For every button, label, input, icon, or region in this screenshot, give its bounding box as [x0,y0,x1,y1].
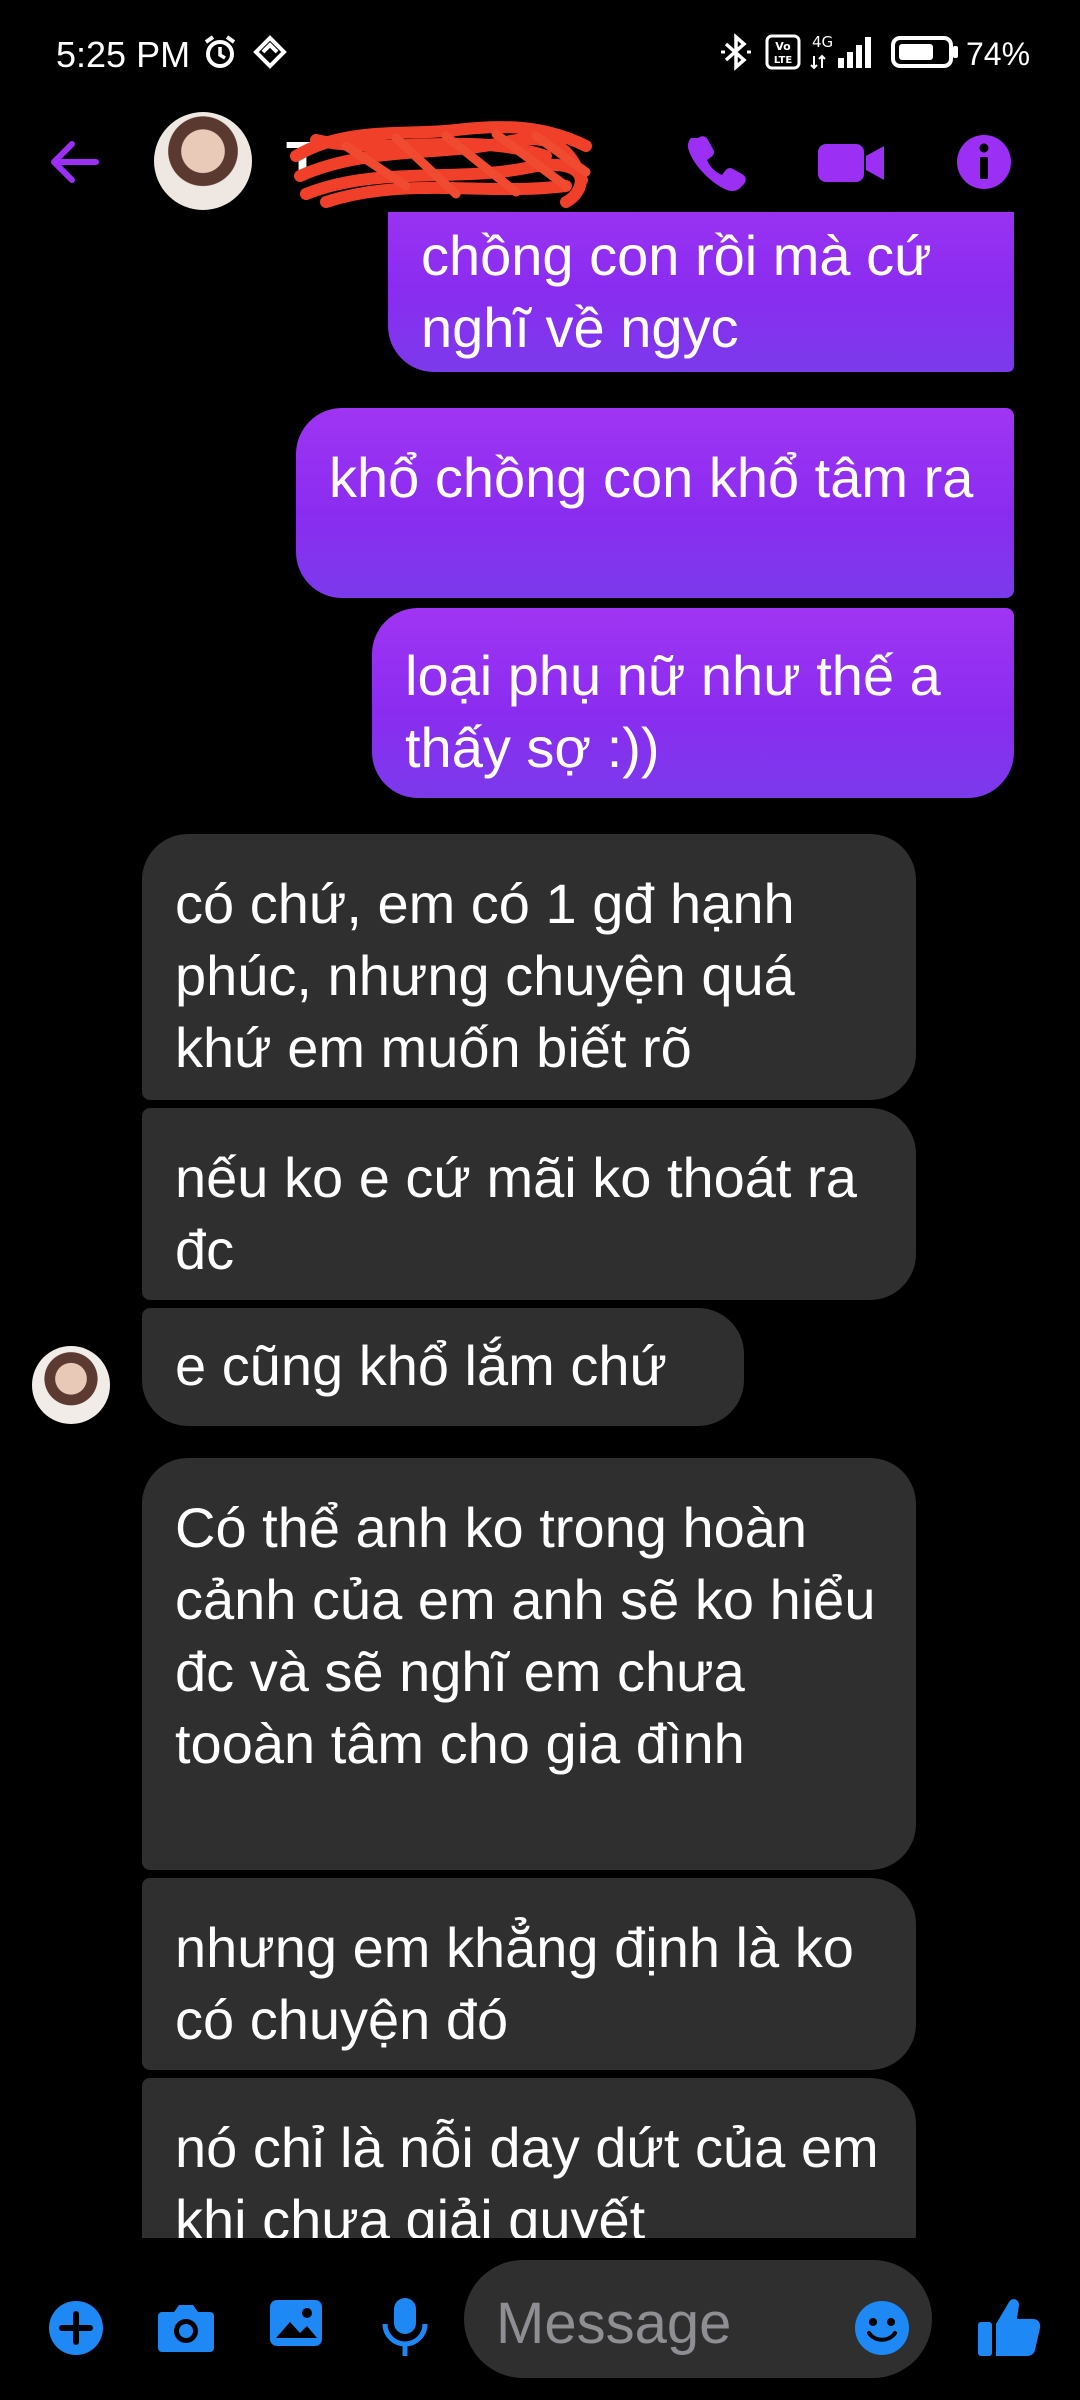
composer-bar: Message [0,2238,1080,2400]
sent-message[interactable]: loại phụ nữ như thế a thấy sợ :)) [372,608,1014,798]
info-icon[interactable] [952,130,1016,194]
bluetooth-icon [716,32,756,72]
battery-icon [890,32,960,72]
svg-text:Vo: Vo [775,40,791,53]
microphone-icon[interactable] [378,2294,442,2358]
svg-text:LTE: LTE [774,55,793,66]
add-plus-icon[interactable] [46,2298,110,2362]
conversation-header: T [0,108,1080,212]
contact-avatar[interactable] [154,112,252,210]
signal-icon: 4G [810,32,880,72]
message-list[interactable]: chồng con rồi mà cứ nghĩ về ngyc khổ chồ… [0,212,1080,2238]
received-message[interactable]: nếu ko e cứ mãi ko thoát ra đc [142,1108,916,1300]
message-input-placeholder: Message [496,2291,732,2356]
received-message[interactable]: có chứ, em có 1 gđ hạnh phúc, nhưng chuy… [142,834,916,1100]
emoji-icon[interactable] [852,2298,912,2358]
back-arrow-icon[interactable] [44,132,104,192]
received-message[interactable]: nó chỉ là nỗi day dứt của em khi chưa gi… [142,2078,916,2238]
thumbs-up-like-icon[interactable] [974,2292,1044,2362]
phone-call-icon[interactable] [684,130,748,194]
received-message[interactable]: nhưng em khẳng định là ko có chuyện đó [142,1878,916,2070]
received-message[interactable]: e cũng khổ lắm chứ [142,1308,744,1426]
data-saver-icon [250,32,290,72]
status-time: 5:25 PM [56,34,191,75]
camera-icon[interactable] [154,2298,218,2362]
sent-message[interactable]: chồng con rồi mà cứ nghĩ về ngyc [388,212,1014,372]
sender-avatar[interactable] [32,1346,110,1424]
received-message[interactable]: Có thể anh ko trong hoàn cảnh của em anh… [142,1458,916,1870]
gallery-image-icon[interactable] [266,2294,330,2358]
volte-icon: Vo LTE [764,32,802,72]
alarm-icon [198,32,242,72]
sent-message[interactable]: khổ chồng con khổ tâm ra [296,408,1014,598]
battery-percentage: 74% [966,36,1031,72]
video-call-icon[interactable] [814,130,890,194]
network-type-label: 4G [812,33,833,51]
redaction-scribble [290,121,592,208]
status-bar: 5:25 PM Vo LTE 4G 74% [0,0,1080,108]
